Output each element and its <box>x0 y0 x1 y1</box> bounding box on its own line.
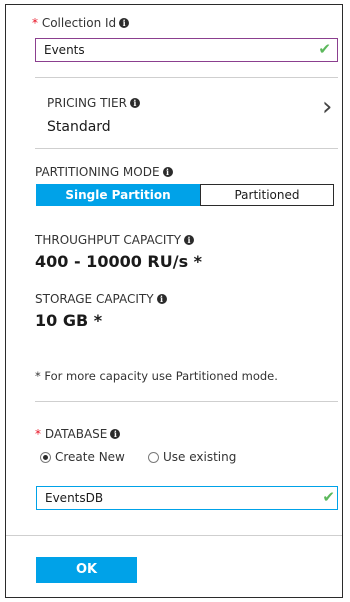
radio-button-selected[interactable] <box>40 452 51 463</box>
database-name-value: EventsDB <box>45 491 104 505</box>
info-icon[interactable]: i <box>162 167 173 177</box>
partitioning-mode-label-text: PARTITIONING MODE <box>35 165 160 179</box>
partitioning-mode-label: PARTITIONING MODE i <box>35 165 173 179</box>
collection-id-label-text: Collection Id <box>41 16 117 30</box>
partitioned-option[interactable]: Partitioned <box>200 184 334 206</box>
chevron-right-icon[interactable]: › <box>322 94 332 120</box>
pricing-tier-value: Standard <box>47 119 111 135</box>
ok-button[interactable]: OK <box>36 557 137 583</box>
database-label: * DATABASE i <box>35 427 121 441</box>
footer-divider <box>6 535 342 536</box>
single-partition-option[interactable]: Single Partition <box>36 184 200 206</box>
storage-capacity-value: 10 GB * <box>35 311 103 330</box>
pricing-tier-label-text: PRICING TIER <box>47 96 127 110</box>
required-marker: * <box>32 16 38 30</box>
create-new-label: Create New <box>55 450 125 464</box>
divider <box>35 77 338 78</box>
create-collection-blade: * Collection Id i Events ✔ PRICING TIER i … <box>5 4 343 598</box>
info-icon[interactable]: i <box>119 18 130 28</box>
pricing-tier-label: PRICING TIER i <box>47 96 140 110</box>
info-icon[interactable]: i <box>129 98 140 108</box>
check-icon: ✔ <box>322 488 335 506</box>
collection-id-value: Events <box>44 43 85 57</box>
divider <box>35 148 338 149</box>
collection-id-label: * Collection Id i <box>32 16 130 30</box>
database-label-text: DATABASE <box>44 427 108 441</box>
partitioning-mode-toggle: Single Partition Partitioned <box>36 184 334 206</box>
throughput-capacity-label: THROUGHPUT CAPACITY i <box>35 233 195 247</box>
check-icon: ✔ <box>318 40 331 58</box>
storage-capacity-label: STORAGE CAPACITY i <box>35 292 167 306</box>
throughput-capacity-label-text: THROUGHPUT CAPACITY <box>35 233 182 247</box>
collection-id-input[interactable]: Events ✔ <box>35 38 338 62</box>
info-icon[interactable]: i <box>184 235 195 245</box>
use-existing-label: Use existing <box>163 450 237 464</box>
info-icon[interactable]: i <box>110 429 121 439</box>
radio-dot <box>43 455 48 460</box>
pricing-tier-row[interactable]: PRICING TIER i Standard › <box>35 81 338 137</box>
storage-capacity-label-text: STORAGE CAPACITY <box>35 292 154 306</box>
throughput-capacity-value: 400 - 10000 RU/s * <box>35 252 203 271</box>
database-name-input[interactable]: EventsDB ✔ <box>36 486 338 510</box>
divider <box>35 401 338 402</box>
info-icon[interactable]: i <box>156 294 167 304</box>
capacity-note: * For more capacity use Partitioned mode… <box>35 369 278 383</box>
required-marker: * <box>35 427 41 441</box>
radio-button[interactable] <box>148 452 159 463</box>
